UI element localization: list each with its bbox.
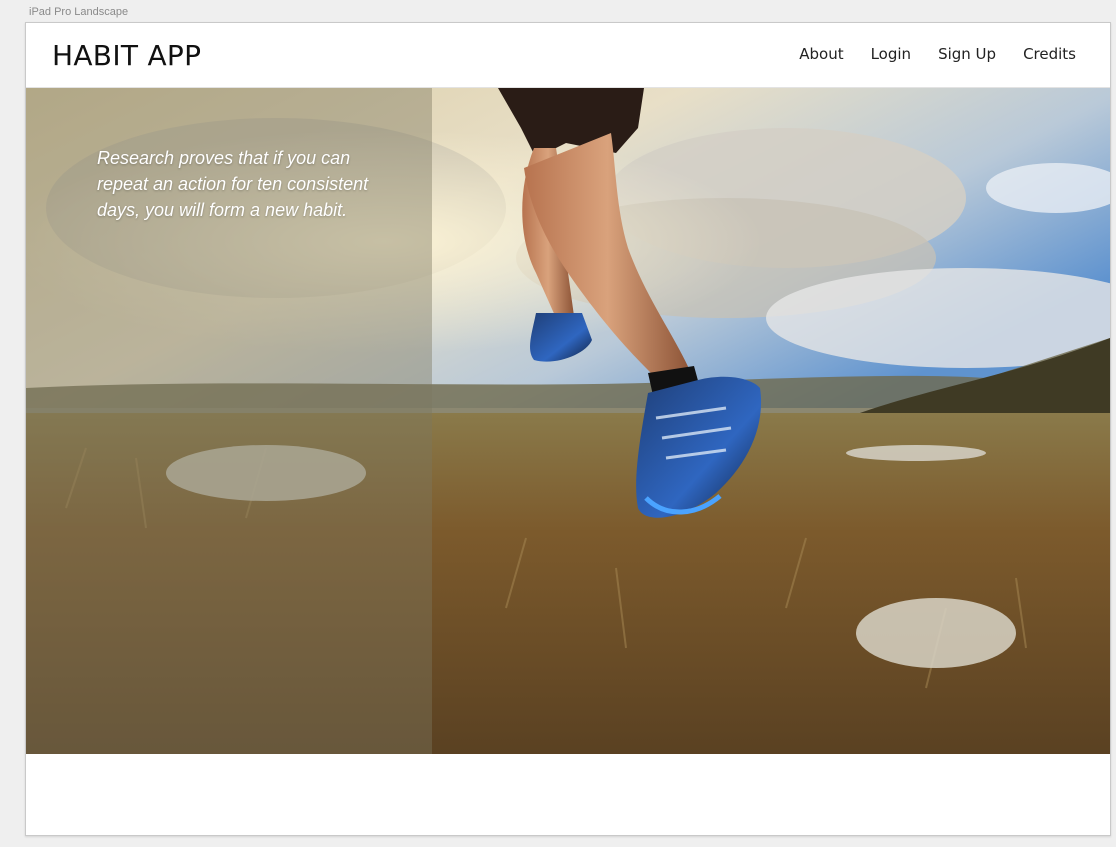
nav-links: About Login Sign Up Credits <box>799 45 1076 63</box>
top-navbar: HABIT APP About Login Sign Up Credits <box>26 23 1110 88</box>
nav-link-credits[interactable]: Credits <box>1023 45 1076 63</box>
page-footer-area <box>26 754 1110 835</box>
brand-logo[interactable]: HABIT APP <box>52 39 201 73</box>
nav-link-login[interactable]: Login <box>871 45 911 63</box>
hero-section: Research proves that if you can repeat a… <box>26 88 1110 754</box>
nav-link-signup[interactable]: Sign Up <box>938 45 996 63</box>
ipad-artboard: HABIT APP About Login Sign Up Credits Re… <box>25 22 1111 836</box>
hero-quote: Research proves that if you can repeat a… <box>97 148 369 220</box>
nav-link-about[interactable]: About <box>799 45 843 63</box>
artboard-label: iPad Pro Landscape <box>29 6 129 18</box>
hero-overlay-panel: Research proves that if you can repeat a… <box>26 88 432 754</box>
